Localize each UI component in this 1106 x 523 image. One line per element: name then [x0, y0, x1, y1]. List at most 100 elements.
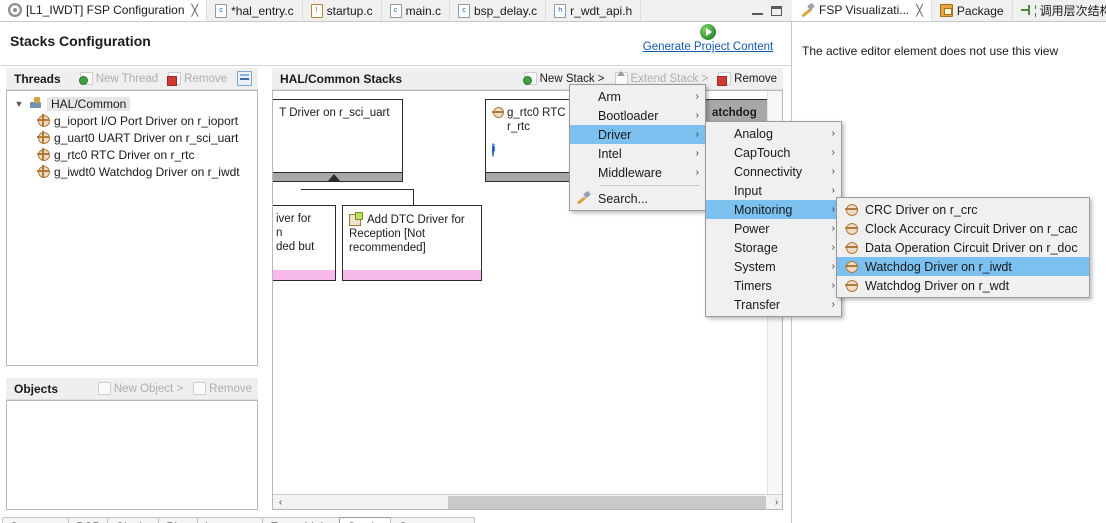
tab-bsp[interactable]: BSP	[68, 517, 109, 523]
chevron-right-icon: ›	[831, 204, 835, 215]
remove-object-button[interactable]: Remove	[193, 382, 252, 395]
menu-item-crc-driver[interactable]: CRC Driver on r_crc	[837, 200, 1089, 219]
scroll-right-icon[interactable]: ›	[769, 495, 782, 510]
menu-item-transfer[interactable]: Transfer ›	[706, 295, 841, 314]
tab-call-hierarchy[interactable]: 调用层次结构	[1013, 0, 1106, 21]
threads-tree[interactable]: ▼ HAL/Common g_ioport I/O Port Driver on…	[6, 90, 258, 366]
tab-hal-entry-c[interactable]: c *hal_entry.c	[207, 0, 303, 21]
package-icon	[939, 4, 953, 17]
chevron-right-icon: ›	[831, 299, 835, 310]
new-thread-icon	[78, 72, 93, 85]
menu-item-analog[interactable]: Analog ›	[706, 124, 841, 143]
tab-r-wdt-api-h[interactable]: h r_wdt_api.h	[546, 0, 642, 21]
driver-submenu[interactable]: Analog › CapTouch › Connectivity › Input…	[705, 121, 842, 317]
chevron-right-icon: ›	[831, 147, 835, 158]
menu-item-bootloader[interactable]: Bootloader ›	[570, 106, 705, 125]
menu-item-arm[interactable]: Arm ›	[570, 87, 705, 106]
tab-stacks[interactable]: Stacks	[339, 517, 392, 523]
menu-item-system[interactable]: System ›	[706, 257, 841, 276]
menu-item-monitoring[interactable]: Monitoring ›	[706, 200, 841, 219]
generate-project-content[interactable]: Generate Project Content	[633, 24, 783, 53]
close-icon[interactable]: ╳	[916, 4, 923, 17]
menu-item-label: CapTouch	[734, 145, 791, 160]
stack-arrow-up-icon	[328, 174, 340, 181]
new-object-label: New Object >	[113, 382, 184, 395]
remove-icon	[717, 72, 732, 86]
tree-item-g-rtc0[interactable]: g_rtc0 RTC Driver on r_rtc	[7, 146, 257, 163]
menu-item-driver[interactable]: Driver ›	[570, 125, 705, 144]
chevron-right-icon: ›	[831, 166, 835, 177]
page-title: Stacks Configuration	[10, 33, 151, 49]
right-view-tab-bar: FSP Visualizati... ╳ Package 调用层次结构 RT	[792, 0, 1106, 22]
menu-item-middleware[interactable]: Middleware ›	[570, 163, 705, 182]
tree-item-g-iwdt0[interactable]: g_iwdt0 Watchdog Driver on r_iwdt	[7, 163, 257, 180]
close-icon[interactable]: ╳	[192, 4, 199, 17]
menu-item-label: Clock Accuracy Circuit Driver on r_cac	[865, 221, 1078, 236]
new-object-button[interactable]: New Object >	[97, 382, 184, 395]
monitoring-submenu[interactable]: CRC Driver on r_crc Clock Accuracy Circu…	[836, 197, 1090, 298]
page-header: Stacks Configuration Generate Project Co…	[0, 22, 791, 66]
remove-stack-button[interactable]: Remove	[717, 72, 777, 86]
tree-item-hal-common[interactable]: ▼ HAL/Common	[7, 95, 257, 112]
remove-thread-button[interactable]: Remove	[167, 72, 227, 86]
tab-label: startup.c	[326, 3, 373, 18]
tab-event-links[interactable]: Event Links	[262, 517, 341, 523]
menu-item-intel[interactable]: Intel ›	[570, 144, 705, 163]
stacks-horizontal-scrollbar[interactable]: ‹ ›	[273, 494, 782, 510]
menu-item-connectivity[interactable]: Connectivity ›	[706, 162, 841, 181]
menu-item-search[interactable]: Search...	[570, 189, 705, 208]
remove-icon	[193, 382, 207, 395]
uart-stack-block[interactable]: T Driver on r_sci_uart	[273, 99, 403, 182]
menu-item-label: Storage	[734, 240, 778, 255]
menu-item-data-operation-driver[interactable]: Data Operation Circuit Driver on r_doc	[837, 238, 1089, 257]
maximize-icon[interactable]	[771, 5, 782, 16]
tab-package[interactable]: Package	[932, 0, 1013, 21]
tab-interrupts[interactable]: Interrupts	[196, 517, 264, 523]
menu-item-timers[interactable]: Timers ›	[706, 276, 841, 295]
new-thread-button[interactable]: New Thread	[78, 72, 158, 85]
tree-item-label: g_rtc0 RTC Driver on r_rtc	[54, 147, 195, 162]
scrollbar-track[interactable]	[288, 495, 769, 510]
scroll-left-icon[interactable]: ‹	[273, 495, 288, 510]
menu-item-label: Analog	[734, 126, 773, 141]
minimize-icon[interactable]	[752, 7, 763, 15]
tab-clocks[interactable]: Clocks	[107, 517, 160, 523]
menu-item-input[interactable]: Input ›	[706, 181, 841, 200]
menu-item-power[interactable]: Power ›	[706, 219, 841, 238]
menu-item-clock-accuracy-driver[interactable]: Clock Accuracy Circuit Driver on r_cac	[837, 219, 1089, 238]
add-dtc-transmission-block[interactable]: iver for n ded but	[273, 205, 336, 281]
new-stack-menu[interactable]: Arm › Bootloader › Driver › Intel › Midd…	[569, 84, 706, 211]
new-stack-icon	[522, 72, 537, 85]
info-icon[interactable]	[492, 143, 494, 157]
module-icon	[844, 279, 858, 292]
menu-item-label: Intel	[598, 146, 622, 161]
tab-fsp-visualization[interactable]: FSP Visualizati... ╳	[792, 0, 932, 21]
extend-stack-label: Extend Stack >	[630, 72, 709, 85]
tab-bsp-delay-c[interactable]: c bsp_delay.c	[450, 0, 547, 21]
collapse-all-icon[interactable]	[237, 71, 252, 86]
tab-fsp-configuration[interactable]: [L1_IWDT] FSP Configuration ╳	[0, 0, 208, 21]
stacks-title: HAL/Common Stacks	[280, 71, 403, 86]
menu-item-label: Search...	[598, 191, 649, 206]
menu-item-captouch[interactable]: CapTouch ›	[706, 143, 841, 162]
add-dtc-reception-block[interactable]: Add DTC Driver for Reception [Not recomm…	[342, 205, 482, 281]
tree-item-g-uart0[interactable]: g_uart0 UART Driver on r_sci_uart	[7, 129, 257, 146]
objects-list[interactable]	[6, 400, 258, 510]
block-footer	[343, 270, 481, 280]
chevron-right-icon: ›	[831, 223, 835, 234]
menu-item-label: Connectivity	[734, 164, 803, 179]
tab-components[interactable]: Components	[390, 517, 475, 523]
tab-pins[interactable]: Pins	[158, 517, 198, 523]
menu-item-storage[interactable]: Storage ›	[706, 238, 841, 257]
expand-chevron-icon[interactable]: ▼	[13, 99, 25, 109]
module-icon	[844, 241, 858, 254]
tab-startup-c[interactable]: ! startup.c	[303, 0, 382, 21]
tab-main-c[interactable]: c main.c	[382, 0, 450, 21]
scrollbar-thumb[interactable]	[448, 495, 766, 509]
menu-item-watchdog-wdt[interactable]: Watchdog Driver on r_wdt	[837, 276, 1089, 295]
menu-item-watchdog-iwdt[interactable]: Watchdog Driver on r_iwdt	[837, 257, 1089, 276]
tree-item-g-ioport[interactable]: g_ioport I/O Port Driver on r_ioport	[7, 112, 257, 129]
c-file-icon: c	[215, 3, 228, 18]
generate-project-content-link[interactable]: Generate Project Content	[633, 41, 783, 53]
tab-summary[interactable]: Summary	[2, 517, 70, 523]
